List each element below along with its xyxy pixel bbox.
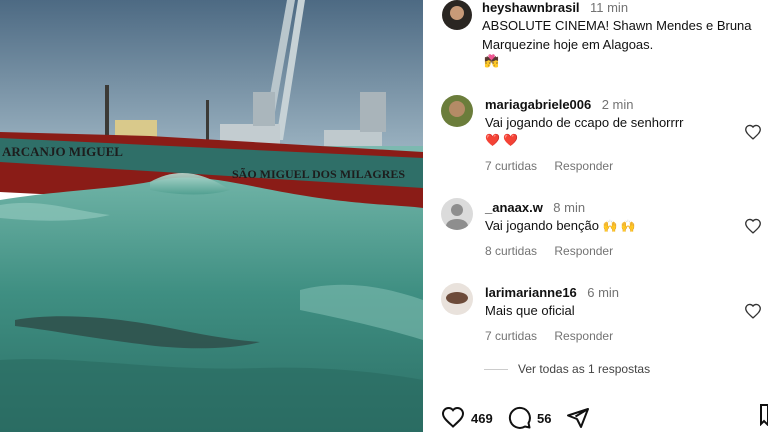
caption-emoji: 💏 (484, 54, 499, 68)
comment-emoji: 🙌 🙌 (602, 219, 636, 233)
boat-name-right: SÃO MIGUEL DOS MILAGRES (232, 167, 405, 181)
avatar-photo (441, 95, 473, 127)
heart-outline-icon (745, 218, 761, 234)
comment-button[interactable] (508, 406, 532, 435)
comment-header: mariagabriele006 2 min (485, 96, 633, 114)
comment-username[interactable]: _anaax.w (485, 200, 543, 215)
author-username[interactable]: heyshawnbrasil (482, 0, 580, 15)
post-caption: ABSOLUTE CINEMA! Shawn Mendes e Bruna Ma… (482, 18, 752, 52)
comment-text: Mais que oficial (485, 303, 575, 318)
reply-button[interactable]: Responder (554, 329, 613, 343)
comment-time: 2 min (601, 97, 634, 112)
boat-name-left: ARCANJO MIGUEL (2, 144, 123, 159)
comment-meta: 8 curtidas Responder (485, 244, 627, 258)
like-post-button[interactable] (441, 406, 465, 433)
post-time: 11 min (590, 0, 629, 15)
comment-emoji: ❤️ ❤️ (485, 133, 519, 147)
heart-outline-icon (745, 124, 761, 140)
share-button[interactable] (566, 406, 590, 435)
heart-outline-icon (745, 303, 761, 319)
like-comment-button[interactable] (744, 303, 762, 319)
view-all-replies-button[interactable]: Ver todas as 1 respostas (484, 362, 650, 376)
avatar-photo (441, 283, 473, 315)
comment-header: _anaax.w 8 min (485, 199, 585, 217)
avatar-photo (442, 0, 472, 30)
comments-count[interactable]: 56 (537, 411, 551, 426)
comment-avatar[interactable] (441, 198, 473, 230)
like-comment-button[interactable] (744, 218, 762, 234)
post-header: heyshawnbrasil 11 min (482, 0, 628, 17)
send-paper-plane-icon (567, 408, 589, 428)
comment-bubble-icon (508, 406, 531, 429)
comment-meta: 7 curtidas Responder (485, 159, 627, 173)
comment-username[interactable]: larimarianne16 (485, 285, 577, 300)
comment-text: Vai jogando de ccapo de senhorrrr (485, 115, 684, 130)
like-comment-button[interactable] (744, 124, 762, 140)
save-button[interactable] (760, 404, 768, 431)
comment-avatar[interactable] (441, 283, 473, 315)
heart-outline-icon (441, 406, 465, 428)
comment-likes[interactable]: 7 curtidas (485, 159, 537, 173)
comment-meta: 7 curtidas Responder (485, 329, 627, 343)
comment-avatar[interactable] (441, 95, 473, 127)
beach-boat-photo: ARCANJO MIGUEL SÃO MIGUEL DOS MILAGRES (0, 0, 423, 432)
post-media-image[interactable]: ARCANJO MIGUEL SÃO MIGUEL DOS MILAGRES (0, 0, 423, 432)
replies-divider (484, 369, 508, 371)
comment-time: 8 min (553, 200, 586, 215)
reply-button[interactable]: Responder (554, 244, 613, 258)
comment-username[interactable]: mariagabriele006 (485, 97, 591, 112)
reply-button[interactable]: Responder (554, 159, 613, 173)
likes-count[interactable]: 469 (471, 411, 493, 426)
bookmark-icon (760, 404, 768, 427)
author-avatar[interactable] (442, 0, 472, 30)
comment-likes[interactable]: 8 curtidas (485, 244, 537, 258)
comment-text-body: Vai jogando benção (485, 218, 599, 233)
view-all-label: Ver todas as 1 respostas (518, 362, 651, 376)
comment-text: Vai jogando benção 🙌 🙌 (485, 216, 636, 236)
default-user-icon (441, 198, 473, 230)
comment-header: larimarianne16 6 min (485, 284, 619, 302)
comment-likes[interactable]: 7 curtidas (485, 329, 537, 343)
comment-time: 6 min (587, 285, 620, 300)
